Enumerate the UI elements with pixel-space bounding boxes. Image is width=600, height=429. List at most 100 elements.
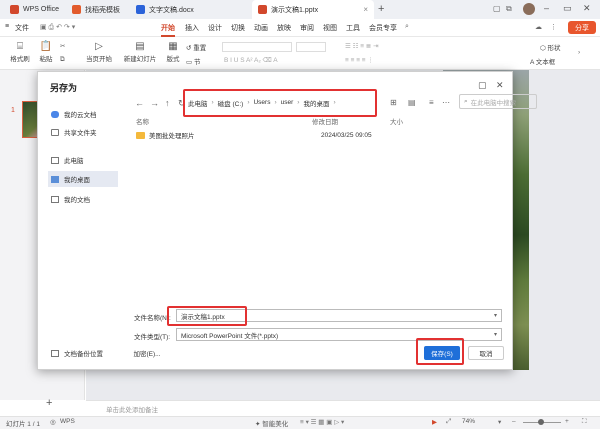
shape-button[interactable]: ⬡ 形状 (540, 42, 560, 52)
sidebar-item-shared[interactable]: 共享文件夹 (48, 124, 118, 140)
menu-transitions[interactable]: 切换 (231, 23, 245, 33)
tab-docer-templates[interactable]: 找稻壳模板 (66, 0, 128, 19)
add-slide-icon[interactable]: + (46, 397, 52, 409)
textbox-label: 文本框 (535, 59, 556, 66)
play-from-current-button[interactable]: ▷ 当页开始 (82, 41, 116, 63)
menu-animations[interactable]: 动画 (254, 23, 268, 33)
minimize-icon[interactable]: – (544, 3, 549, 13)
new-slide-button[interactable]: ▤ 新建幻灯片 (122, 41, 158, 63)
shape-label: 形状 (547, 45, 561, 52)
zoom-in-icon[interactable]: + (565, 418, 569, 425)
app-name: WPS (60, 418, 75, 425)
reset-button[interactable]: ↺ 重置 (186, 42, 206, 52)
cut-icon[interactable]: ✂ (60, 42, 65, 50)
sidebar-item-desktop[interactable]: 我的桌面 (48, 171, 118, 187)
menu-review[interactable]: 审阅 (300, 23, 314, 33)
column-header-name[interactable]: 名称 (136, 116, 149, 126)
search-icon[interactable]: ⌕ (405, 23, 409, 31)
font-name-select[interactable] (222, 42, 292, 52)
menu-view[interactable]: 视图 (323, 23, 337, 33)
close-window-icon[interactable]: ✕ (583, 3, 591, 14)
view-options-icon[interactable]: ▤ (408, 98, 416, 107)
font-style-icons[interactable]: B I U S A² A₂ ⌫ A (224, 56, 278, 64)
copy-icon[interactable]: ⧉ (60, 56, 65, 64)
avatar[interactable] (523, 3, 535, 15)
encrypt-button[interactable]: 加密(E)... (132, 346, 162, 360)
sidebar-item-this-pc[interactable]: 此电脑 (48, 152, 118, 168)
list-item[interactable]: 美图批处理照片 2024/03/25 09:05 (136, 129, 496, 141)
hamburger-icon[interactable]: ≡ (5, 23, 9, 30)
fullscreen-icon[interactable]: ⛶ (582, 418, 587, 426)
view-mode-icons[interactable]: ≡ ▾ ☰ ▦ ▣ ▷ ▾ (300, 418, 344, 426)
more-icon[interactable]: ⋮ (550, 23, 557, 31)
paste-button[interactable]: 📋 粘贴 (36, 41, 56, 63)
docer-icon (72, 5, 81, 14)
menu-tools[interactable]: 工具 (346, 23, 360, 33)
more-options-icon[interactable]: ⋯ (442, 98, 450, 107)
wps-ai-icon[interactable]: ▶ (432, 418, 437, 426)
menu-home[interactable]: 开始 (161, 23, 175, 37)
font-size-select[interactable] (296, 42, 326, 52)
textbox-button[interactable]: A 文本框 (530, 56, 555, 66)
back-icon[interactable]: ← (135, 98, 144, 108)
cancel-button[interactable]: 取消 (468, 346, 504, 360)
forward-icon[interactable]: → (150, 98, 159, 108)
column-header-size[interactable]: 大小 (390, 116, 403, 126)
backup-location-button[interactable]: 文档备份位置 (48, 345, 118, 361)
documents-icon (51, 195, 59, 203)
align-icons[interactable]: ≡ ≡ ≡ ≡ ⋮ (345, 56, 374, 64)
menu-file[interactable]: 文件 (15, 23, 29, 33)
fit-icon[interactable]: ⤢ (446, 418, 451, 426)
zoom-out-icon[interactable]: – (512, 418, 516, 425)
multi-window-icon[interactable]: ⧉ (506, 4, 512, 14)
maximize-icon[interactable]: ▭ (563, 3, 572, 14)
ppt-icon (258, 5, 267, 14)
dialog-maximize-icon[interactable]: ▢ (478, 80, 487, 91)
zoom-level[interactable]: 74% (462, 418, 475, 425)
format-painter-button[interactable]: ⌸ 格式刷 (8, 41, 32, 63)
tab-wps-office[interactable]: WPS Office (4, 0, 66, 19)
backup-location-label: 文档备份位置 (64, 351, 103, 358)
zoom-dropdown-icon[interactable]: ▾ (498, 418, 501, 426)
sidebar-item-label: 共享文件夹 (64, 130, 97, 137)
quick-access-icons[interactable]: ▣ ⎙ ↶ ↷ ▾ (40, 23, 75, 32)
chevron-down-icon[interactable]: ▾ (494, 312, 497, 319)
layout-label: 版式 (166, 56, 180, 63)
up-icon[interactable]: ↑ (165, 98, 170, 108)
dialog-close-icon[interactable]: ✕ (496, 80, 504, 91)
tab-label: 演示文稿1.pptx (271, 6, 319, 14)
paragraph-icons[interactable]: ☰ ☷ ≡ ≣ ⇥ (345, 42, 379, 50)
menu-membership[interactable]: 会员专享 (369, 23, 397, 33)
sidebar-item-cloud[interactable]: 我的云文档 (48, 106, 118, 122)
tab-presentation[interactable]: 演示文稿1.pptx × (252, 0, 374, 19)
window-layout-icon[interactable]: ▢ (493, 4, 501, 13)
tab-bar: WPS Office 找稻壳模板 文字文稿.docx 演示文稿1.pptx × … (0, 0, 600, 19)
folder-icon (136, 131, 145, 139)
computer-icon (51, 156, 59, 164)
menu-design[interactable]: 设计 (208, 23, 222, 33)
chevron-down-icon[interactable]: ▾ (494, 331, 497, 338)
smart-beautify-button[interactable]: ✦ 智能美化 (255, 418, 288, 428)
sidebar-item-documents[interactable]: 我的文档 (48, 191, 118, 207)
ribbon-more-icon[interactable]: › (578, 49, 580, 56)
sidebar-item-label: 此电脑 (64, 158, 84, 165)
column-header-modified[interactable]: 修改日期 (312, 116, 338, 126)
wps-logo-icon (10, 5, 19, 14)
zoom-slider-handle[interactable] (538, 419, 544, 425)
dialog-title: 另存为 (50, 83, 78, 93)
new-tab-icon[interactable]: + (378, 3, 384, 15)
notes-pane[interactable] (86, 400, 600, 416)
sort-icon[interactable]: ≡ (429, 98, 434, 107)
cloud-sync-icon[interactable]: ☁ (535, 23, 542, 31)
menu-insert[interactable]: 插入 (185, 23, 199, 33)
tab-word-document[interactable]: 文字文稿.docx (130, 0, 250, 19)
notes-placeholder[interactable]: 单击此处添加备注 (106, 404, 158, 414)
share-button[interactable]: 分享 (568, 21, 596, 34)
encrypt-label: 加密(E)... (133, 351, 161, 358)
menu-slideshow[interactable]: 放映 (277, 23, 291, 33)
new-folder-icon[interactable]: ⊞ (390, 98, 397, 107)
search-input[interactable]: ⌕ 在此电脑中搜索 (459, 94, 537, 109)
close-tab-icon[interactable]: × (363, 5, 368, 14)
section-button[interactable]: ▭ 节 (186, 56, 200, 66)
layout-button[interactable]: ▦ 版式 (163, 41, 183, 63)
